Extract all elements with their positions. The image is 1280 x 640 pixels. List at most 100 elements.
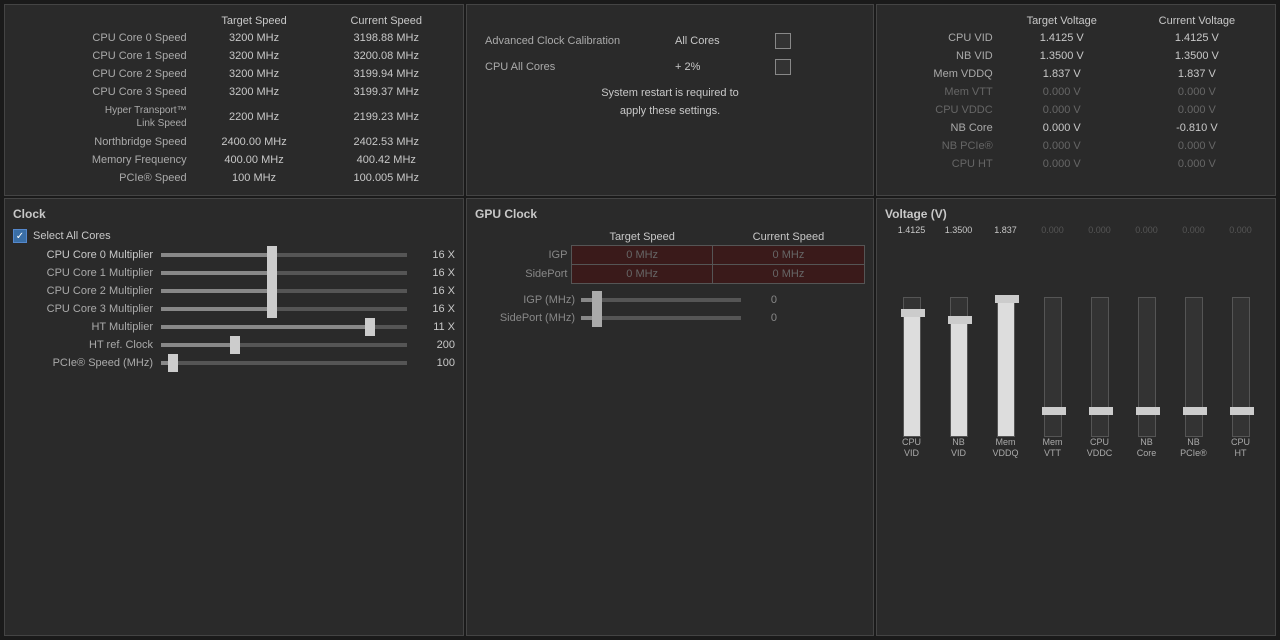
slider-track[interactable] [161,325,407,329]
clock-panel: Clock ✓ Select All Cores CPU Core 0 Mult… [4,198,464,636]
speed-row-current: 2402.53 MHz [318,133,456,151]
volt-row-label: CPU HT [885,155,997,173]
volt-bar-group [1124,297,1169,437]
slider-track[interactable] [161,253,407,257]
select-all-checkbox[interactable]: ✓ [13,229,27,243]
voltage-chart-title: Voltage (V) [885,207,1267,221]
volt-bar-container[interactable] [1044,297,1062,437]
volt-col-target: Target Voltage [997,13,1127,29]
volt-row-target: 0.000 V [997,83,1127,101]
volt-bar-container[interactable] [1232,297,1250,437]
volt-row-target: 0.000 V [997,137,1127,155]
gpu-title: GPU Clock [475,207,865,221]
speed-row-label: PCIe® Speed [13,169,191,187]
slider-row: CPU Core 1 Multiplier 16 X [13,267,455,279]
volt-row-target: 0.000 V [997,101,1127,119]
slider-track[interactable] [161,307,407,311]
volt-bar-thumb[interactable] [901,309,925,317]
gpu-row-target: 0 MHz [572,246,712,265]
speed-col-current: Current Speed [318,13,456,29]
slider-value: 16 X [415,285,455,297]
volt-bar-thumb[interactable] [1089,407,1113,415]
gpu-slider-label: SidePort (MHz) [475,312,575,324]
volt-bar-thumb[interactable] [1230,407,1254,415]
volt-value-label: 0.000 [1077,225,1122,235]
slider-label: CPU Core 3 Multiplier [13,303,153,315]
volt-bar-container[interactable] [903,297,921,437]
volt-bar-group [983,297,1028,437]
gpu-slider-track[interactable] [581,298,741,302]
gpu-slider-value: 0 [747,312,777,324]
speed-row-target: 3200 MHz [191,29,318,47]
clock-title: Clock [13,207,455,221]
volt-row-label: Mem VDDQ [885,65,997,83]
volt-bar-thumb[interactable] [1042,407,1066,415]
volt-bar-group [889,297,934,437]
volt-bar-thumb[interactable] [1183,407,1207,415]
speed-row-target: 2400.00 MHz [191,133,318,151]
slider-value: 100 [415,357,455,369]
volt-bar-container[interactable] [997,297,1015,437]
volt-row-current: -0.810 V [1127,119,1267,137]
volt-row-label: NB VID [885,47,997,65]
volt-bar-container[interactable] [1185,297,1203,437]
volt-row-current: 0.000 V [1127,155,1267,173]
volt-bar-group [936,297,981,437]
volt-bar-label: MemVTT [1030,437,1075,459]
volt-bar-fill [904,317,920,436]
gpu-row-current: 0 MHz [712,246,864,265]
volt-bar-thumb[interactable] [1136,407,1160,415]
speed-row-label: Memory Frequency [13,151,191,169]
cpu-all-checkbox[interactable] [775,59,791,75]
gpu-panel: GPU Clock Target Speed Current Speed IGP… [466,198,874,636]
volt-row-current: 1.3500 V [1127,47,1267,65]
slider-row: CPU Core 3 Multiplier 16 X [13,303,455,315]
slider-row: PCIe® Speed (MHz) 100 [13,357,455,369]
volt-value-label: 1.3500 [936,225,981,235]
gpu-slider-value: 0 [747,294,777,306]
volt-bar-thumb[interactable] [995,295,1019,303]
speed-row-current: 3199.37 MHz [318,83,456,101]
slider-label: HT Multiplier [13,321,153,333]
volt-row-label: NB Core [885,119,997,137]
slider-track[interactable] [161,343,407,347]
speed-row-current: 3200.08 MHz [318,47,456,65]
cpu-all-label: CPU All Cores [485,61,675,73]
speed-row-target: 3200 MHz [191,83,318,101]
volt-bar-group [1077,297,1122,437]
volt-bar-fill [951,324,967,436]
volt-bar-label: NBCore [1124,437,1169,459]
restart-message: System restart is required toapply these… [485,85,855,120]
speed-row-target: 400.00 MHz [191,151,318,169]
slider-track[interactable] [161,289,407,293]
gpu-row-label: IGP [475,246,572,265]
gpu-row-label: SidePort [475,265,572,284]
cpu-all-value: + 2% [675,61,775,73]
calib-label: Advanced Clock Calibration [485,35,675,47]
calibration-panel: Advanced Clock Calibration All Cores CPU… [466,4,874,196]
gpu-col-name [475,229,572,246]
slider-track[interactable] [161,361,407,365]
volt-row-current: 0.000 V [1127,101,1267,119]
speed-row-current: 3199.94 MHz [318,65,456,83]
volt-bar-label: NBVID [936,437,981,459]
slider-value: 16 X [415,267,455,279]
voltage-chart-panel: Voltage (V) 1.41251.35001.8370.0000.0000… [876,198,1276,636]
gpu-slider-row: SidePort (MHz) 0 [475,312,865,324]
speed-row-label: Hyper Transport™Link Speed [13,101,191,133]
volt-value-label: 0.000 [1171,225,1216,235]
volt-value-label: 1.4125 [889,225,934,235]
volt-bar-group [1171,297,1216,437]
slider-track[interactable] [161,271,407,275]
volt-bar-container[interactable] [1091,297,1109,437]
speed-panel: Target Speed Current Speed CPU Core 0 Sp… [4,4,464,196]
gpu-col-target: Target Speed [572,229,712,246]
speed-row-target: 3200 MHz [191,65,318,83]
volt-bar-container[interactable] [950,297,968,437]
gpu-slider-track[interactable] [581,316,741,320]
gpu-slider-label: IGP (MHz) [475,294,575,306]
volt-bar-thumb[interactable] [948,316,972,324]
speed-col-name [13,13,191,29]
volt-bar-container[interactable] [1138,297,1156,437]
calib-checkbox[interactable] [775,33,791,49]
